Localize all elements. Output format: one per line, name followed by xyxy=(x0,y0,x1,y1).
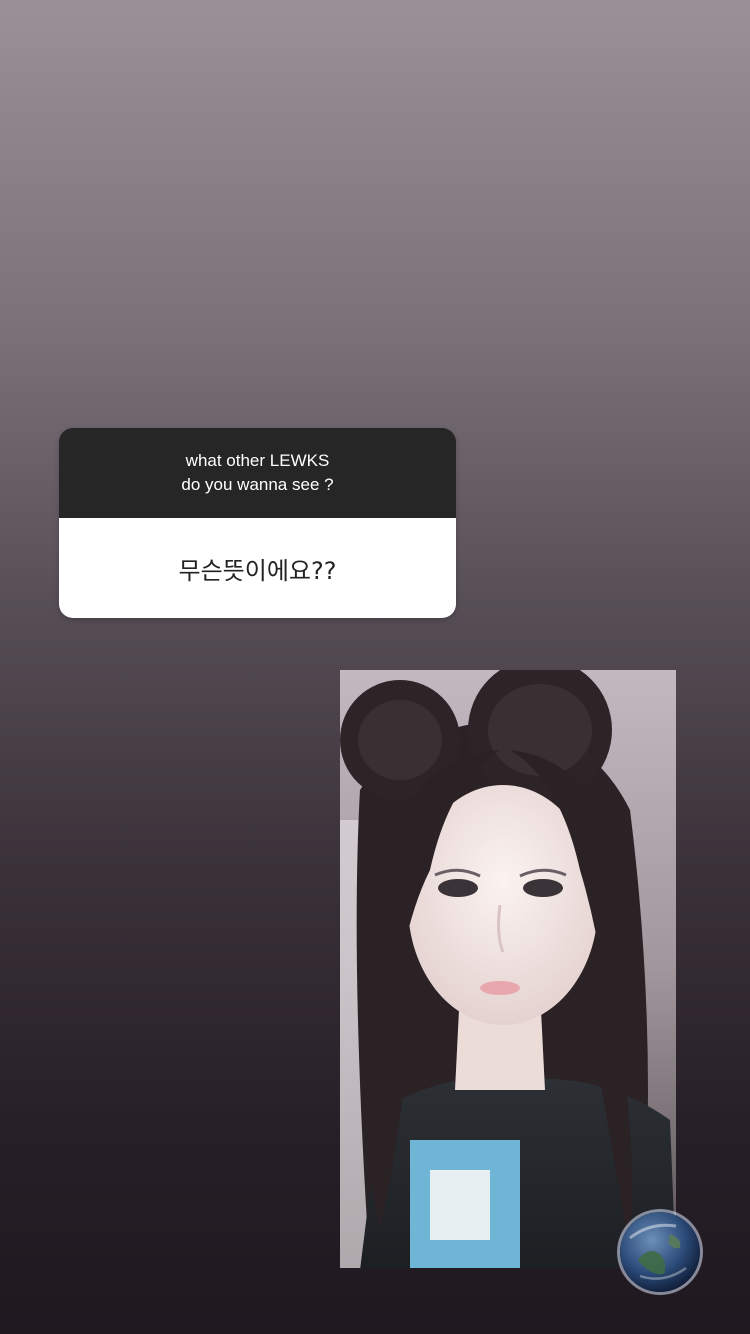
earth-globe-icon[interactable] xyxy=(620,1212,700,1292)
question-answer: 무슨뜻이에요?? xyxy=(59,518,456,618)
question-prompt: what other LEWKS do you wanna see ? xyxy=(59,428,456,518)
video-clip[interactable] xyxy=(340,670,676,1268)
selfie-video-illustration xyxy=(340,670,676,1268)
globe-icon xyxy=(620,1212,700,1292)
question-sticker[interactable]: what other LEWKS do you wanna see ? 무슨뜻이… xyxy=(59,428,456,618)
